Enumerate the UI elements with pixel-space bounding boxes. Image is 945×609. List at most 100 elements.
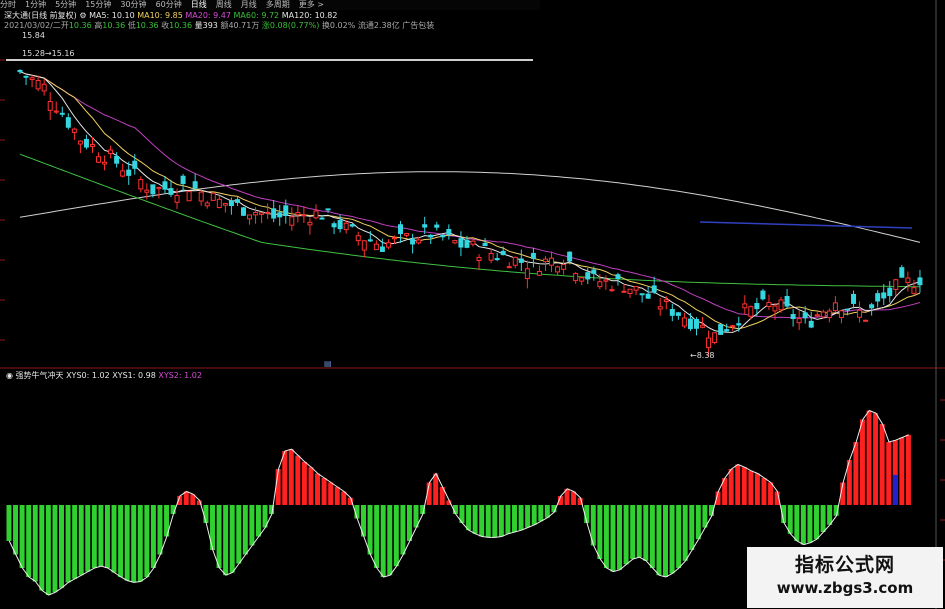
candle-body[interactable] bbox=[772, 305, 778, 312]
candle-body[interactable] bbox=[391, 237, 397, 240]
candle-body[interactable] bbox=[476, 257, 482, 261]
candle-body[interactable] bbox=[59, 112, 65, 115]
candle-body[interactable] bbox=[518, 258, 524, 263]
candle-body[interactable] bbox=[603, 279, 609, 282]
candle-body[interactable] bbox=[410, 239, 416, 245]
candle-body[interactable] bbox=[174, 194, 180, 203]
candle-body[interactable] bbox=[693, 318, 699, 329]
candle-body[interactable] bbox=[35, 79, 41, 90]
candle-body[interactable] bbox=[83, 138, 89, 148]
candle-body[interactable] bbox=[222, 202, 228, 206]
candle-body[interactable] bbox=[561, 264, 567, 270]
candle-body[interactable] bbox=[53, 110, 59, 113]
candle-body[interactable] bbox=[259, 212, 265, 215]
candle-body[interactable] bbox=[905, 277, 911, 283]
candle-body[interactable] bbox=[168, 188, 174, 195]
candle-body[interactable] bbox=[120, 170, 126, 177]
candle-body[interactable] bbox=[760, 290, 766, 300]
candle-body[interactable] bbox=[651, 285, 657, 293]
candle-body[interactable] bbox=[108, 149, 114, 155]
candle-body[interactable] bbox=[802, 312, 808, 319]
candle-body[interactable] bbox=[742, 303, 748, 309]
candle-body[interactable] bbox=[277, 212, 283, 218]
candle-body[interactable] bbox=[385, 242, 391, 248]
candle-body[interactable] bbox=[857, 309, 863, 318]
candle-body[interactable] bbox=[289, 216, 295, 226]
candle-body[interactable] bbox=[790, 314, 796, 320]
candle-body[interactable] bbox=[404, 233, 410, 236]
candle-body[interactable] bbox=[361, 240, 367, 251]
candle-body[interactable] bbox=[325, 208, 331, 211]
candle-body[interactable] bbox=[645, 293, 651, 299]
candle-body[interactable] bbox=[23, 75, 29, 78]
candle-body[interactable] bbox=[591, 269, 597, 274]
candle-body[interactable] bbox=[893, 279, 899, 290]
candle-body[interactable] bbox=[114, 156, 120, 164]
candle-body[interactable] bbox=[337, 220, 343, 230]
candle-body[interactable] bbox=[180, 175, 186, 185]
candle-body[interactable] bbox=[585, 272, 591, 280]
candle-body[interactable] bbox=[494, 258, 500, 261]
candle-body[interactable] bbox=[899, 267, 905, 278]
candle-body[interactable] bbox=[319, 217, 325, 220]
candle-body[interactable] bbox=[428, 234, 434, 238]
candle-body[interactable] bbox=[712, 332, 718, 343]
candle-body[interactable] bbox=[17, 69, 23, 73]
candle-body[interactable] bbox=[422, 224, 428, 228]
stock-chart[interactable]: 15.84 15.28→15.16 ←8.38 ▤ bbox=[0, 0, 945, 609]
candle-body[interactable] bbox=[343, 222, 349, 231]
candle-body[interactable] bbox=[881, 292, 887, 299]
candle-body[interactable] bbox=[482, 242, 488, 247]
candle-body[interactable] bbox=[542, 258, 548, 263]
candle-body[interactable] bbox=[832, 302, 838, 312]
candle-body[interactable] bbox=[663, 299, 669, 303]
candle-body[interactable] bbox=[41, 83, 47, 92]
candle-body[interactable] bbox=[29, 77, 35, 81]
candle-body[interactable] bbox=[573, 273, 579, 282]
candle-body[interactable] bbox=[736, 323, 742, 326]
candle-body[interactable] bbox=[778, 299, 784, 311]
candle-body[interactable] bbox=[65, 117, 71, 128]
candle-body[interactable] bbox=[530, 252, 536, 259]
candle-body[interactable] bbox=[796, 318, 802, 324]
candle-body[interactable] bbox=[766, 301, 772, 307]
candle-body[interactable] bbox=[687, 318, 693, 330]
candle-body[interactable] bbox=[808, 320, 814, 328]
candle-body[interactable] bbox=[609, 289, 615, 292]
candle-body[interactable] bbox=[669, 309, 675, 316]
candle-body[interactable] bbox=[887, 287, 893, 297]
candle-body[interactable] bbox=[228, 200, 234, 207]
candle-body[interactable] bbox=[911, 287, 917, 294]
candle-body[interactable] bbox=[627, 288, 633, 295]
candle-body[interactable] bbox=[96, 156, 102, 163]
candle-body[interactable] bbox=[826, 310, 832, 319]
candle-body[interactable] bbox=[681, 317, 687, 327]
candle-body[interactable] bbox=[295, 212, 301, 216]
candle-body[interactable] bbox=[379, 246, 385, 252]
candle-body[interactable] bbox=[500, 250, 506, 256]
candle-body[interactable] bbox=[536, 271, 542, 276]
candle-body[interactable] bbox=[132, 160, 138, 169]
candle-body[interactable] bbox=[216, 198, 222, 208]
candle-body[interactable] bbox=[307, 221, 313, 226]
candle-body[interactable] bbox=[748, 306, 754, 317]
candle-body[interactable] bbox=[838, 310, 844, 318]
candle-body[interactable] bbox=[706, 337, 712, 349]
indicator-name[interactable]: 强势牛气冲天 bbox=[16, 371, 64, 380]
candle-body[interactable] bbox=[89, 144, 95, 147]
candle-body[interactable] bbox=[192, 181, 198, 189]
candle-body[interactable] bbox=[446, 229, 452, 235]
candle-body[interactable] bbox=[240, 207, 246, 216]
candle-body[interactable] bbox=[784, 295, 790, 307]
candle-body[interactable] bbox=[754, 303, 760, 310]
candle-body[interactable] bbox=[355, 235, 361, 242]
candle-body[interactable] bbox=[434, 224, 440, 228]
candle-body[interactable] bbox=[150, 184, 156, 195]
candle-body[interactable] bbox=[138, 179, 144, 190]
candle-body[interactable] bbox=[549, 257, 555, 266]
candle-body[interactable] bbox=[621, 290, 627, 293]
candle-body[interactable] bbox=[917, 277, 923, 286]
candle-body[interactable] bbox=[253, 211, 259, 216]
candle-body[interactable] bbox=[247, 214, 253, 220]
candle-body[interactable] bbox=[579, 277, 585, 282]
